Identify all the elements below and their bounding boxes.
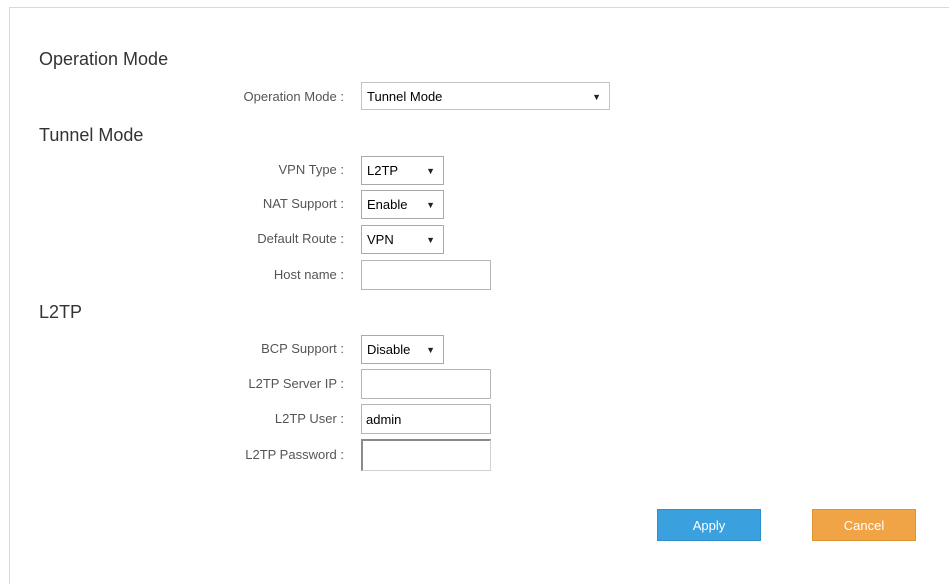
chevron-down-icon: ▼ — [592, 92, 601, 102]
section-title-l2tp: L2TP — [39, 302, 83, 322]
vpn-type-value: L2TP — [367, 163, 399, 178]
l2tp-password-input[interactable] — [361, 439, 491, 471]
bcp-support-value: Disable — [367, 342, 411, 357]
chevron-down-icon: ▼ — [426, 166, 435, 176]
bcp-support-label: BCP Support : — [261, 341, 344, 356]
nat-support-value: Enable — [367, 197, 408, 212]
default-route-label: Default Route : — [257, 231, 344, 246]
vpn-type-select[interactable]: L2TP ▼ — [361, 156, 444, 185]
l2tp-password-label: L2TP Password : — [245, 447, 344, 462]
host-name-input[interactable] — [361, 260, 491, 290]
cancel-button[interactable]: Cancel — [812, 509, 916, 541]
l2tp-user-label: L2TP User : — [274, 411, 344, 426]
chevron-down-icon: ▼ — [426, 200, 435, 210]
operation-mode-value: Tunnel Mode — [367, 88, 443, 104]
l2tp-user-input[interactable]: admin — [361, 404, 491, 434]
chevron-down-icon: ▼ — [426, 345, 435, 355]
section-title-operation-mode: Operation Mode — [39, 49, 169, 69]
operation-mode-label: Operation Mode : — [243, 89, 344, 104]
nat-support-label: NAT Support : — [262, 196, 344, 211]
default-route-select[interactable]: VPN ▼ — [361, 225, 444, 254]
l2tp-server-ip-label: L2TP Server IP : — [248, 376, 344, 391]
bcp-support-select[interactable]: Disable ▼ — [361, 335, 444, 364]
chevron-down-icon: ▼ — [426, 235, 435, 245]
default-route-value: VPN — [367, 232, 394, 247]
operation-mode-select[interactable]: Tunnel Mode ▼ — [361, 82, 610, 110]
host-name-label: Host name : — [273, 267, 344, 282]
nat-support-select[interactable]: Enable ▼ — [361, 190, 444, 219]
apply-button[interactable]: Apply — [657, 509, 761, 541]
l2tp-server-ip-input[interactable] — [361, 369, 491, 399]
vpn-type-label: VPN Type : — [278, 162, 344, 177]
section-title-tunnel-mode: Tunnel Mode — [39, 125, 144, 145]
